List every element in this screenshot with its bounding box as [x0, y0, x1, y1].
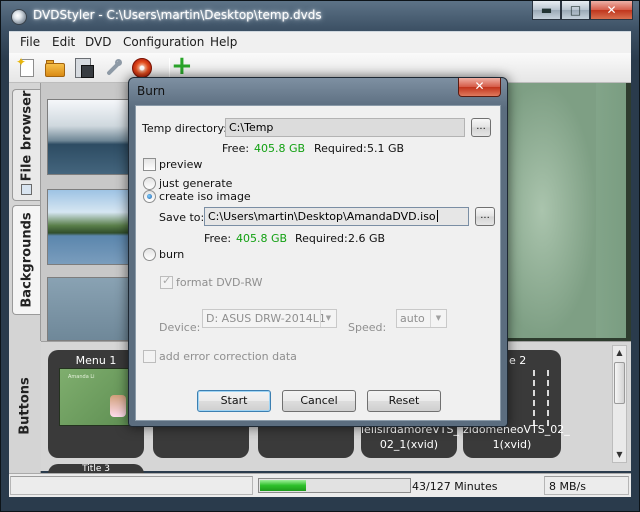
speed-label: Speed: [348, 321, 387, 334]
menu-edit[interactable]: Edit [52, 35, 75, 49]
just-generate-radio[interactable] [143, 177, 156, 190]
temp-required-label: Required: [314, 142, 367, 155]
title-bar: DVDStyler - C:\Users\martin\Desktop\temp… [1, 1, 639, 31]
tab-backgrounds-label: Backgrounds [19, 212, 34, 308]
new-project-icon[interactable]: ✦ [16, 55, 38, 79]
duration-text: 43/127 Minutes [412, 480, 498, 493]
menu-file[interactable]: File [20, 35, 40, 49]
speed-value: auto [400, 312, 425, 325]
title-caption-line2: 1(xvid) [492, 438, 532, 451]
menu-editor-canvas[interactable] [506, 83, 631, 341]
dialog-body: Temp directory: C:\Temp ... Free: 405.8 … [135, 105, 501, 421]
burn-label: burn [159, 248, 185, 261]
create-iso-radio[interactable] [143, 190, 156, 203]
status-bar: 43/127 Minutes 8 MB/s [9, 473, 631, 497]
device-label: Device: [159, 321, 201, 334]
format-dvd-rw-label: format DVD-RW [176, 276, 263, 289]
titleset-scrollbar[interactable]: ▲ ▼ [612, 345, 627, 463]
temp-required-value: 5.1 GB [367, 142, 405, 155]
canvas-background-overlay [506, 83, 596, 338]
add-file-icon[interactable]: + [171, 53, 193, 79]
film-reel-icon [533, 370, 549, 426]
device-select[interactable]: D: ASUS DRW-2014L1 ▼ [202, 309, 337, 328]
speed-select[interactable]: auto ▼ [396, 309, 447, 328]
minimize-button[interactable]: ▬ [532, 1, 561, 20]
menu-preview-photo [110, 395, 126, 417]
error-correction-label: add error correction data [159, 350, 297, 363]
cancel-button[interactable]: Cancel [282, 390, 356, 412]
preview-label: preview [159, 158, 203, 171]
menu-help[interactable]: Help [210, 35, 237, 49]
menu-dvd[interactable]: DVD [85, 35, 111, 49]
save-to-label: Save to: [159, 211, 205, 224]
save-to-field[interactable]: C:\Users\martin\Desktop\AmandaDVD.iso [204, 207, 469, 226]
disc-usage-progress-bar [258, 478, 411, 493]
save-to-browse-button[interactable]: ... [475, 207, 495, 226]
open-folder-icon[interactable] [44, 57, 66, 79]
file-browser-icon [21, 184, 32, 195]
iso-free-label: Free: [204, 232, 232, 245]
error-correction-checkbox[interactable] [143, 350, 156, 363]
window-controls: ▬ □ ✕ [532, 1, 633, 21]
menu-preview-image: Amanda Li [59, 368, 135, 426]
scroll-down-icon[interactable]: ▼ [613, 448, 626, 462]
temp-directory-label: Temp directory: [142, 122, 227, 135]
just-generate-label: just generate [159, 177, 233, 190]
temp-directory-field[interactable]: C:\Temp [225, 118, 465, 137]
temp-browse-button[interactable]: ... [471, 118, 491, 137]
iso-required-label: Required: [295, 232, 348, 245]
backgrounds-list [41, 83, 133, 341]
dialog-close-button[interactable]: ✕ [458, 78, 501, 97]
maximize-button[interactable]: □ [561, 1, 590, 20]
background-thumbnail[interactable] [47, 277, 133, 341]
format-dvd-rw-checkbox[interactable] [160, 274, 173, 289]
start-button[interactable]: Start [197, 390, 271, 412]
tab-backgrounds[interactable]: Backgrounds [12, 205, 40, 315]
tab-file-browser-label: File browser [19, 90, 34, 182]
settings-wrench-icon[interactable] [102, 57, 124, 79]
menu-configuration[interactable]: Configuration [123, 35, 204, 49]
iso-free-value: 405.8 GB [236, 232, 288, 245]
temp-free-label: Free: [222, 142, 250, 155]
tab-buttons-label: Buttons [17, 377, 33, 435]
menu-bar: File Edit DVD Configuration Help [9, 31, 631, 53]
scrollbar-thumb[interactable] [614, 362, 625, 404]
progress-fill [260, 480, 306, 491]
menu-preview-title: Amanda Li [68, 374, 95, 380]
tab-buttons[interactable]: Buttons [9, 341, 41, 471]
close-window-button[interactable]: ✕ [590, 1, 633, 20]
temp-free-value: 405.8 GB [254, 142, 306, 155]
chevron-down-icon: ▼ [430, 310, 446, 327]
title-caption-line2: 02_1(xvid) [379, 438, 439, 451]
tab-file-browser[interactable]: File browser [12, 89, 40, 201]
status-cell [10, 476, 253, 495]
scroll-up-icon[interactable]: ▲ [613, 346, 626, 360]
reset-button[interactable]: Reset [367, 390, 441, 412]
burn-radio[interactable] [143, 248, 156, 261]
toolbar-separator [169, 58, 170, 78]
create-iso-label: create iso image [159, 190, 251, 203]
dialog-title: Burn [137, 84, 166, 98]
background-thumbnail[interactable] [47, 99, 133, 175]
window-title: DVDStyler - C:\Users\martin\Desktop\temp… [33, 8, 322, 22]
bitrate-text: 8 MB/s [549, 480, 586, 493]
title-header: e 2 [509, 354, 527, 367]
device-value: D: ASUS DRW-2014L1 [206, 312, 326, 325]
save-icon[interactable] [73, 57, 95, 79]
burn-disc-icon[interactable] [131, 57, 153, 79]
chevron-down-icon: ▼ [320, 310, 336, 327]
iso-required-value: 2.6 GB [348, 232, 386, 245]
burn-dialog: Burn ✕ Temp directory: C:\Temp ... Free:… [128, 77, 508, 427]
dvdstyler-app-icon [11, 9, 27, 25]
background-thumbnail[interactable] [47, 189, 133, 265]
preview-checkbox[interactable] [143, 158, 156, 171]
